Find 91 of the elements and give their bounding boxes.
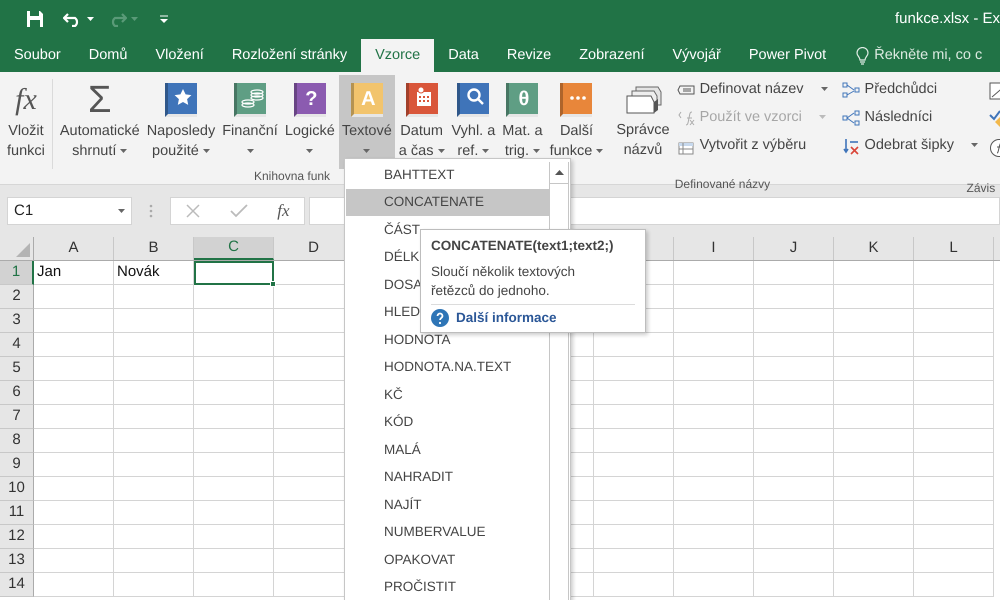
ribbon-button[interactable]: Definovat název xyxy=(674,76,831,104)
column-header[interactable]: K xyxy=(834,237,914,260)
ribbon-button[interactable]: Následníci xyxy=(838,104,982,132)
table-cell: Jan xyxy=(34,261,114,285)
tooltip-description: Sloučí několik textových řetězců do jednoho. xyxy=(431,263,576,300)
sigma-icon: Σ xyxy=(88,83,112,117)
ribbon-tab[interactable]: Revize xyxy=(492,39,566,72)
star-book-icon xyxy=(164,83,197,117)
ribbon-button[interactable]: Σ Automatické shrnutí xyxy=(56,75,143,169)
row-header[interactable]: 12 xyxy=(0,525,34,549)
fill-handle[interactable] xyxy=(270,281,276,287)
calendar-book-icon xyxy=(406,83,438,117)
icon-glyph: A xyxy=(361,88,376,108)
group-label: Závis xyxy=(966,181,996,195)
tooltip-title: CONCATENATE(text1;text2;) xyxy=(431,237,615,255)
remove-arrows-icon xyxy=(842,138,860,154)
caret-icon xyxy=(131,16,138,21)
menu-item[interactable]: KČ xyxy=(346,381,549,408)
customize-icon[interactable] xyxy=(160,15,168,23)
ribbon-tab[interactable]: Domů xyxy=(74,39,142,72)
ribbon-tab[interactable]: Power Pivot xyxy=(734,39,840,72)
row-header[interactable]: 7 xyxy=(0,405,34,429)
menu-item[interactable]: NAJÍT xyxy=(346,491,549,518)
more-info-link[interactable]: Další informace xyxy=(456,308,557,328)
ribbon-button[interactable]: Správce názvů xyxy=(614,75,672,173)
ribbon-button[interactable]: Naposledy použité xyxy=(144,75,218,169)
column-header[interactable]: A xyxy=(34,237,114,260)
menu-item[interactable]: HODNOTA.NA.TEXT xyxy=(346,354,549,381)
menu-item[interactable]: KÓD xyxy=(346,408,549,436)
arrows-icon xyxy=(842,82,860,98)
lightbulb-icon xyxy=(856,46,870,64)
ribbon-button[interactable]: Vytvořit z výběru xyxy=(674,132,831,160)
ribbon-tab[interactable]: Vložení xyxy=(141,39,218,72)
ribbon-tab[interactable]: Rozložení stránky xyxy=(218,39,362,72)
coins-book-icon xyxy=(234,83,266,117)
ribbon-button[interactable]: A Textové xyxy=(338,75,395,169)
row-header[interactable]: 3 xyxy=(0,309,34,333)
help-icon xyxy=(431,309,449,328)
icon-glyph: ? xyxy=(305,88,318,108)
menu-item[interactable]: MALÁ xyxy=(346,436,549,464)
ribbon-button[interactable]: fx Vložit funkci xyxy=(4,75,48,169)
ribbon-button[interactable]: Další funkce xyxy=(546,75,606,169)
tell-me-field[interactable]: Řekněte mi, co c xyxy=(874,44,982,66)
menu-item[interactable]: PROČISTIT xyxy=(346,574,549,600)
column-header[interactable]: I xyxy=(674,237,754,260)
table-cell: Novák xyxy=(114,261,194,285)
insert-function-button[interactable]: fx xyxy=(277,198,290,224)
row-header[interactable]: 10 xyxy=(0,477,34,501)
active-cell[interactable] xyxy=(194,261,274,285)
dots-book-icon xyxy=(560,83,592,117)
function-icon: fx xyxy=(15,83,37,117)
scroll-up-icon[interactable] xyxy=(554,170,564,175)
column-header[interactable]: C xyxy=(194,237,274,260)
menu-item[interactable]: OPAKOVAT xyxy=(346,546,549,574)
group-label: Knihovna funk xyxy=(254,169,330,183)
row-header[interactable]: 9 xyxy=(0,453,34,477)
ribbon-tab[interactable]: Vývojář xyxy=(658,39,735,72)
magnifier-book-icon xyxy=(457,83,490,117)
row-header[interactable]: 6 xyxy=(0,381,34,405)
check-icon[interactable] xyxy=(230,204,248,218)
ribbon-button[interactable]: Odebrat šipky xyxy=(838,132,982,160)
row-header[interactable]: 14 xyxy=(0,573,34,597)
name-box[interactable]: C1 xyxy=(7,197,132,225)
ribbon-button[interactable]: Finanční xyxy=(219,75,281,169)
ribbon-tab[interactable]: Zobrazení xyxy=(565,39,658,72)
group-label: Definované názvy xyxy=(674,176,770,193)
menu-item[interactable]: NUMBERVALUE xyxy=(346,518,549,546)
menu-item[interactable]: CONCATENATE xyxy=(346,188,549,216)
window-title: funkce.xlsx - Ex xyxy=(894,8,1000,29)
menu-item[interactable]: NAHRADIT xyxy=(346,464,549,491)
caret-icon xyxy=(118,209,125,213)
ribbon-button[interactable]: ? Logické xyxy=(282,75,338,169)
column-header[interactable]: L xyxy=(914,237,994,260)
row-header[interactable]: 1 xyxy=(0,261,34,285)
ribbon-tab[interactable]: Soubor xyxy=(0,39,75,72)
row-header[interactable]: 5 xyxy=(0,357,34,381)
save-icon[interactable] xyxy=(26,10,44,28)
ribbon-tab[interactable]: Data xyxy=(434,39,493,72)
row-header[interactable]: 8 xyxy=(0,429,34,453)
row-header[interactable]: 4 xyxy=(0,333,34,357)
arrows-icon xyxy=(842,110,860,126)
ribbon-button[interactable]: Předchůdci xyxy=(838,76,982,104)
row-header[interactable]: 13 xyxy=(0,549,34,573)
row-header[interactable]: 2 xyxy=(0,285,34,309)
icon-glyph: θ xyxy=(518,88,530,108)
row-header[interactable]: 11 xyxy=(0,501,34,525)
caret-icon xyxy=(87,16,94,21)
grip-icon xyxy=(149,204,153,218)
column-header[interactable]: J xyxy=(754,237,834,260)
ribbon-tab[interactable]: Vzorce xyxy=(361,39,434,72)
function-icon xyxy=(676,110,695,126)
